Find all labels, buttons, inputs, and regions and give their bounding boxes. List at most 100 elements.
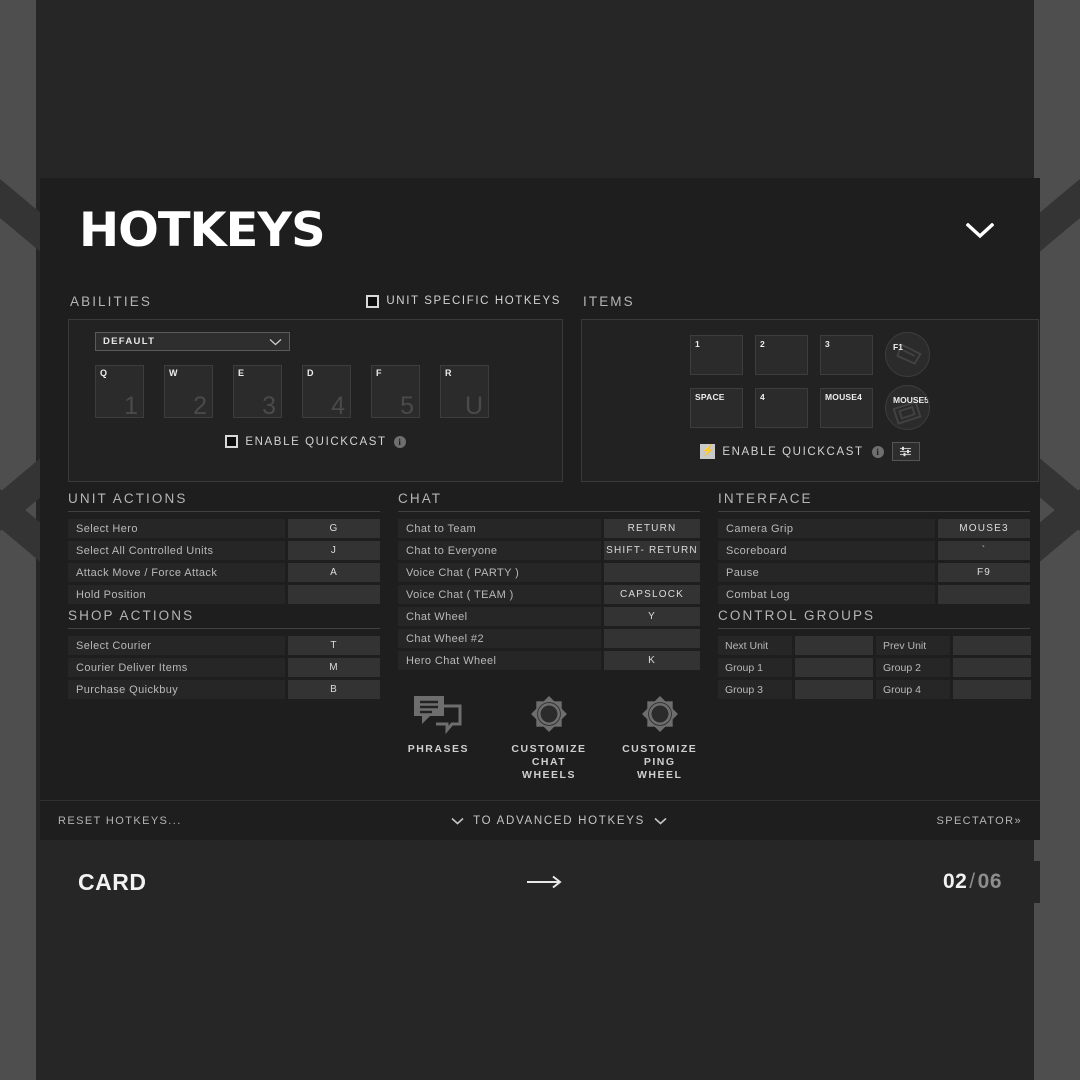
chat-wheel-buttons: PHRASES CUSTOMIZE CHAT WHEELS CUSTOMIZE … — [398, 692, 700, 782]
binding-key[interactable] — [795, 658, 873, 677]
binding-name[interactable]: Combat Log — [718, 585, 935, 604]
binding-key[interactable]: A — [288, 563, 380, 582]
binding-key[interactable]: J — [288, 541, 380, 560]
item-slot[interactable]: SPACE — [690, 387, 743, 428]
binding-key[interactable] — [953, 658, 1031, 677]
ability-slot-ghost: 5 — [400, 392, 414, 420]
items-quickcast-settings-button[interactable] — [891, 442, 920, 461]
next-card-arrow-icon[interactable] — [146, 871, 942, 893]
binding-name[interactable]: Courier Deliver Items — [68, 658, 285, 677]
binding-key[interactable] — [953, 636, 1031, 655]
binding-name[interactable]: Group 1 — [718, 658, 792, 677]
ability-slot[interactable]: F 5 — [371, 365, 420, 420]
binding-name[interactable]: Chat to Team — [398, 519, 601, 538]
ability-slot[interactable]: R U — [440, 365, 489, 419]
ability-slot-key: W — [169, 368, 178, 378]
binding-name[interactable]: Scoreboard — [718, 541, 935, 560]
collapse-button[interactable] — [960, 211, 1000, 251]
binding-key[interactable]: B — [288, 680, 380, 699]
binding-name[interactable]: Pause — [718, 563, 935, 582]
binding-name[interactable]: Prev Unit — [876, 636, 950, 655]
binding-key[interactable]: T — [288, 636, 380, 655]
item-slot[interactable]: 4 — [755, 387, 808, 428]
binding-row: Attack Move / Force Attack A — [68, 563, 380, 582]
binding-name[interactable]: Hero Chat Wheel — [398, 651, 601, 670]
background-band-left — [0, 0, 83, 1080]
ability-slot-ghost: 2 — [193, 392, 207, 420]
binding-name[interactable]: Group 4 — [876, 680, 950, 699]
ability-slot[interactable]: W 2 — [164, 365, 213, 420]
binding-key[interactable]: G — [288, 519, 380, 538]
binding-name[interactable]: Chat Wheel — [398, 607, 601, 626]
chat-column: CHAT Chat to Team RETURN Chat to Everyon… — [398, 491, 700, 782]
binding-name[interactable]: Voice Chat ( PARTY ) — [398, 563, 601, 582]
phrases-button[interactable]: PHRASES — [398, 692, 479, 782]
abilities-panel: ABILITIES UNIT SPECIFIC HOTKEYS DEFAULT … — [68, 291, 563, 482]
binding-key[interactable] — [938, 585, 1030, 604]
hotkeys-panel: HOTKEYS ABILITIES UNIT SPECIFIC HOTKEYS … — [40, 178, 1040, 840]
binding-key[interactable]: M — [288, 658, 380, 677]
unit-actions-column: UNIT ACTIONS Select Hero G Select All Co… — [68, 491, 380, 782]
binding-key[interactable]: F9 — [938, 563, 1030, 582]
binding-key[interactable] — [795, 636, 873, 655]
label-line-2: CHAT WHEELS — [522, 756, 576, 782]
binding-name[interactable]: Next Unit — [718, 636, 792, 655]
binding-name[interactable]: Select Hero — [68, 519, 285, 538]
panel-footer: RESET HOTKEYS... TO ADVANCED HOTKEYS SPE… — [40, 800, 1040, 840]
ability-slot-ghost: 4 — [331, 392, 345, 420]
binding-key[interactable]: MOUSE3 — [938, 519, 1030, 538]
chevron-down-icon — [269, 333, 282, 351]
binding-key[interactable]: RETURN — [604, 519, 700, 538]
binding-key[interactable] — [288, 585, 380, 604]
abilities-quickcast-row: ENABLE QUICKCAST i — [95, 435, 536, 448]
to-advanced-hotkeys-button[interactable]: TO ADVANCED HOTKEYS — [182, 815, 937, 827]
customize-chat-wheels-button[interactable]: CUSTOMIZE CHAT WHEELS — [509, 692, 590, 782]
ability-slot[interactable]: Q 1 — [95, 365, 144, 419]
binding-row: Purchase Quickbuy B — [68, 680, 380, 699]
binding-key[interactable]: CAPSLOCK — [604, 585, 700, 604]
item-slot[interactable]: 2 — [755, 334, 808, 375]
binding-key[interactable] — [795, 680, 873, 699]
page-title: HOTKEYS — [79, 203, 326, 258]
info-icon[interactable]: i — [393, 435, 406, 448]
customize-ping-wheel-button[interactable]: CUSTOMIZE PING WHEEL — [619, 692, 700, 782]
binding-key[interactable] — [604, 563, 700, 582]
ability-slot[interactable]: D 4 — [302, 365, 351, 420]
binding-row: Voice Chat ( TEAM ) CAPSLOCK — [398, 585, 700, 604]
binding-name[interactable]: Group 2 — [876, 658, 950, 677]
info-icon[interactable]: i — [871, 445, 884, 458]
binding-key[interactable]: ` — [938, 541, 1030, 560]
binding-name[interactable]: Chat Wheel #2 — [398, 629, 601, 648]
unit-specific-hotkeys-checkbox[interactable]: UNIT SPECIFIC HOTKEYS — [366, 294, 561, 308]
reset-hotkeys-button[interactable]: RESET HOTKEYS... — [58, 815, 182, 827]
item-slot-stash[interactable]: MOUSE5 — [885, 385, 930, 430]
binding-key[interactable] — [604, 629, 700, 648]
item-slot-key: 3 — [825, 338, 830, 349]
binding-key[interactable]: Y — [604, 607, 700, 626]
binding-name[interactable]: Group 3 — [718, 680, 792, 699]
item-slot[interactable]: 3 — [820, 334, 873, 375]
label-line-1: CUSTOMIZE — [622, 743, 698, 755]
binding-key[interactable]: K — [604, 651, 700, 670]
control-groups-heading: CONTROL GROUPS — [718, 608, 1030, 629]
spectator-button[interactable]: SPECTATOR» — [936, 815, 1022, 827]
binding-name[interactable]: Attack Move / Force Attack — [68, 563, 285, 582]
item-slot[interactable]: MOUSE4 — [820, 387, 873, 428]
abilities-quickcast-checkbox[interactable]: ENABLE QUICKCAST — [225, 435, 386, 448]
sliders-icon — [900, 446, 912, 457]
binding-name[interactable]: Chat to Everyone — [398, 541, 601, 560]
binding-name[interactable]: Hold Position — [68, 585, 285, 604]
ability-slot[interactable]: E 3 — [233, 365, 282, 419]
binding-name[interactable]: Voice Chat ( TEAM ) — [398, 585, 601, 604]
binding-name[interactable]: Purchase Quickbuy — [68, 680, 285, 699]
item-slot-backpack[interactable]: F1 — [885, 332, 930, 377]
item-slot[interactable]: 1 — [690, 334, 743, 375]
binding-name[interactable]: Camera Grip — [718, 519, 935, 538]
binding-name[interactable]: Select Courier — [68, 636, 285, 655]
items-quickcast-checkbox[interactable]: ⚡ ENABLE QUICKCAST — [700, 444, 863, 459]
shop-actions-list: Select Courier T Courier Deliver Items M… — [68, 636, 380, 699]
binding-key[interactable] — [953, 680, 1031, 699]
binding-name[interactable]: Select All Controlled Units — [68, 541, 285, 560]
ability-preset-dropdown[interactable]: DEFAULT — [95, 332, 290, 351]
binding-key[interactable]: SHIFT- RETURN — [604, 541, 700, 560]
